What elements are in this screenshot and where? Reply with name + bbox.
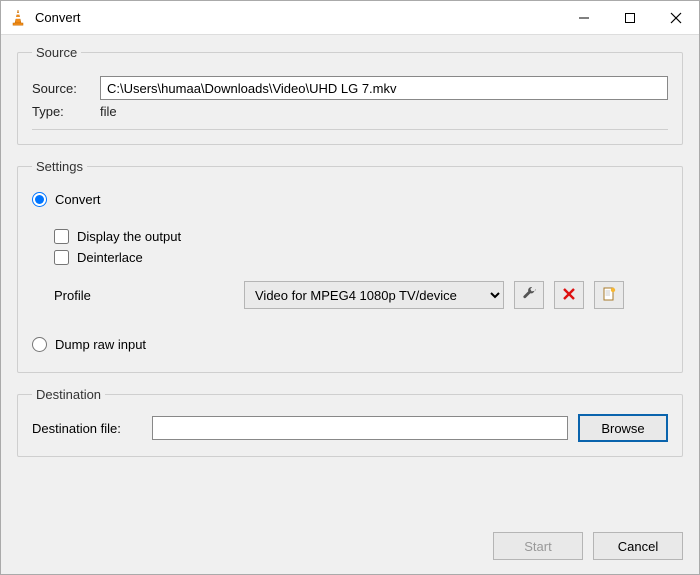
display-output-label: Display the output	[77, 229, 181, 244]
destination-legend: Destination	[32, 387, 105, 402]
browse-button[interactable]: Browse	[578, 414, 668, 442]
dialog-footer: Start Cancel	[1, 526, 699, 574]
close-button[interactable]	[653, 1, 699, 35]
delete-profile-button[interactable]	[554, 281, 584, 309]
x-icon	[562, 287, 576, 304]
source-group: Source Source: Type: file	[17, 45, 683, 145]
dump-raw-label: Dump raw input	[55, 337, 146, 352]
client-area: Source Source: Type: file Settings Conve…	[1, 35, 699, 526]
convert-label: Convert	[55, 192, 101, 207]
source-legend: Source	[32, 45, 81, 60]
titlebar: Convert	[1, 1, 699, 35]
vlc-cone-icon	[9, 9, 27, 27]
source-divider	[32, 129, 668, 130]
cancel-button[interactable]: Cancel	[593, 532, 683, 560]
deinterlace-label: Deinterlace	[77, 250, 143, 265]
minimize-button[interactable]	[561, 1, 607, 35]
destination-file-input[interactable]	[152, 416, 568, 440]
maximize-button[interactable]	[607, 1, 653, 35]
source-input[interactable]	[100, 76, 668, 100]
window-title: Convert	[35, 10, 561, 25]
deinterlace-checkbox[interactable]	[54, 250, 69, 265]
profile-select[interactable]: Video for MPEG4 1080p TV/device	[244, 281, 504, 309]
wrench-icon	[521, 286, 537, 305]
dump-raw-radio[interactable]	[32, 337, 47, 352]
settings-legend: Settings	[32, 159, 87, 174]
profile-label: Profile	[54, 288, 234, 303]
settings-group: Settings Convert Display the output Dein…	[17, 159, 683, 373]
start-button[interactable]: Start	[493, 532, 583, 560]
display-output-checkbox[interactable]	[54, 229, 69, 244]
destination-group: Destination Destination file: Browse	[17, 387, 683, 457]
new-file-icon	[601, 286, 617, 305]
destination-file-label: Destination file:	[32, 421, 142, 436]
type-label: Type:	[32, 104, 90, 119]
convert-dialog: Convert Source Source: Type: file Settin…	[0, 0, 700, 575]
edit-profile-button[interactable]	[514, 281, 544, 309]
new-profile-button[interactable]	[594, 281, 624, 309]
convert-radio[interactable]	[32, 192, 47, 207]
type-value: file	[100, 104, 117, 119]
source-label: Source:	[32, 81, 90, 96]
